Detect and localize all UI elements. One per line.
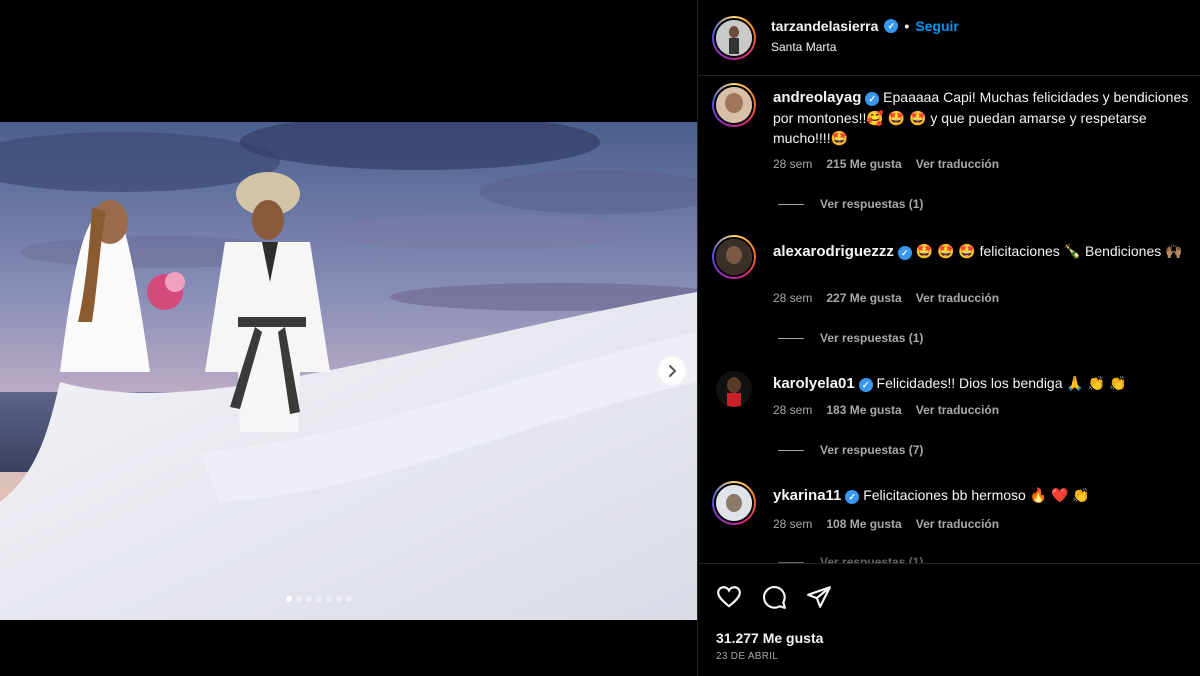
comment-meta: 28 sem 183 Me gusta Ver traducción: [773, 403, 999, 417]
post-header: tarzandelasierra ✓ • Seguir Santa Marta: [698, 0, 1200, 76]
pagination-dot: [316, 596, 322, 602]
comment-username[interactable]: karolyela01: [773, 375, 855, 392]
view-replies-label: Ver respuestas (7): [820, 443, 924, 457]
comment-icon[interactable]: [761, 584, 787, 610]
comment-time[interactable]: 28 sem: [773, 157, 812, 171]
author-username[interactable]: tarzandelasierra: [771, 18, 878, 34]
comment-time[interactable]: 28 sem: [773, 517, 812, 531]
comment-avatar[interactable]: [712, 481, 756, 525]
verified-badge-icon: ✓: [858, 378, 873, 392]
comment-username[interactable]: alexarodriguezzz: [773, 243, 894, 260]
pagination-dot: [286, 596, 292, 602]
translate-link[interactable]: Ver traducción: [916, 157, 999, 171]
view-replies-button[interactable]: Ver respuestas (1): [778, 331, 923, 345]
author-row: tarzandelasierra ✓ • Seguir: [771, 18, 959, 34]
comment-likes[interactable]: 183 Me gusta: [826, 403, 901, 417]
view-replies-label: Ver respuestas (1): [820, 331, 924, 345]
comment-meta: 28 sem 215 Me gusta Ver traducción: [773, 157, 999, 171]
comment-likes[interactable]: 108 Me gusta: [826, 517, 901, 531]
comment-text: 🤩 🤩 🤩 felicitaciones 🍾 Bendiciones 🙌🏽: [915, 243, 1183, 259]
verified-badge-icon: ✓: [897, 246, 912, 260]
translate-link[interactable]: Ver traducción: [916, 291, 999, 305]
replies-divider: [778, 203, 804, 205]
comment-likes[interactable]: 227 Me gusta: [826, 291, 901, 305]
post-likes-count[interactable]: 31.277 Me gusta: [716, 630, 823, 646]
translate-link[interactable]: Ver traducción: [916, 403, 999, 417]
pagination-dot: [326, 596, 332, 602]
pagination-dot: [346, 596, 352, 602]
pagination-dot: [296, 596, 302, 602]
media-pane: [0, 0, 697, 676]
verified-badge-icon: ✓: [845, 490, 860, 504]
next-media-button[interactable]: [658, 357, 686, 385]
comment-avatar[interactable]: [712, 83, 756, 127]
view-replies-button[interactable]: Ver respuestas (7): [778, 443, 923, 457]
comment-body: ykarina11 ✓ Felicitaciones bb hermoso 🔥 …: [773, 485, 1198, 506]
comment-body: alexarodriguezzz ✓ 🤩 🤩 🤩 felicitaciones …: [773, 241, 1198, 262]
comment-time[interactable]: 28 sem: [773, 291, 812, 305]
comment-body: karolyela01 ✓ Felicidades!! Dios los ben…: [773, 373, 1198, 394]
comment-body: andreolayag ✓ Epaaaaa Capi! Muchas felic…: [773, 87, 1198, 148]
view-replies-button[interactable]: Ver respuestas (1): [778, 197, 923, 211]
post-location[interactable]: Santa Marta: [771, 40, 836, 54]
translate-link[interactable]: Ver traducción: [916, 517, 999, 531]
heart-icon[interactable]: [716, 584, 742, 610]
share-icon[interactable]: [806, 584, 832, 610]
verified-badge-icon: ✓: [865, 92, 880, 106]
comment-likes[interactable]: 215 Me gusta: [826, 157, 901, 171]
comment-avatar[interactable]: [712, 235, 756, 279]
comment-text: Felicitaciones bb hermoso 🔥 ❤️ 👏: [863, 487, 1090, 503]
comment-text: Felicidades!! Dios los bendiga 🙏 👏 👏: [876, 375, 1127, 391]
comment-username[interactable]: andreolayag: [773, 89, 861, 106]
comment-username[interactable]: ykarina11: [773, 487, 841, 504]
wedding-photo-illustration: [0, 122, 697, 620]
pagination-dot: [306, 596, 312, 602]
post-date[interactable]: 23 DE ABRIL: [716, 651, 778, 662]
view-replies-button[interactable]: Ver respuestas (1): [778, 555, 923, 563]
replies-divider: [778, 337, 804, 339]
separator-dot: •: [904, 18, 910, 34]
author-avatar[interactable]: [712, 16, 756, 60]
verified-badge-icon: ✓: [884, 19, 899, 33]
post-photo[interactable]: [0, 122, 697, 620]
comment-avatar[interactable]: [716, 371, 752, 407]
follow-button[interactable]: Seguir: [915, 18, 959, 34]
media-pagination-dots: [286, 596, 352, 602]
comment-meta: 28 sem 108 Me gusta Ver traducción: [773, 517, 999, 531]
view-replies-label: Ver respuestas (1): [820, 555, 924, 563]
comment-time[interactable]: 28 sem: [773, 403, 812, 417]
view-replies-label: Ver respuestas (1): [820, 197, 924, 211]
comment-meta: 28 sem 227 Me gusta Ver traducción: [773, 291, 999, 305]
comments-list[interactable]: andreolayag ✓ Epaaaaa Capi! Muchas felic…: [698, 77, 1200, 563]
chevron-right-icon: [669, 365, 677, 377]
post-sidebar: tarzandelasierra ✓ • Seguir Santa Marta …: [697, 0, 1200, 676]
replies-divider: [778, 449, 804, 451]
pagination-dot: [336, 596, 342, 602]
